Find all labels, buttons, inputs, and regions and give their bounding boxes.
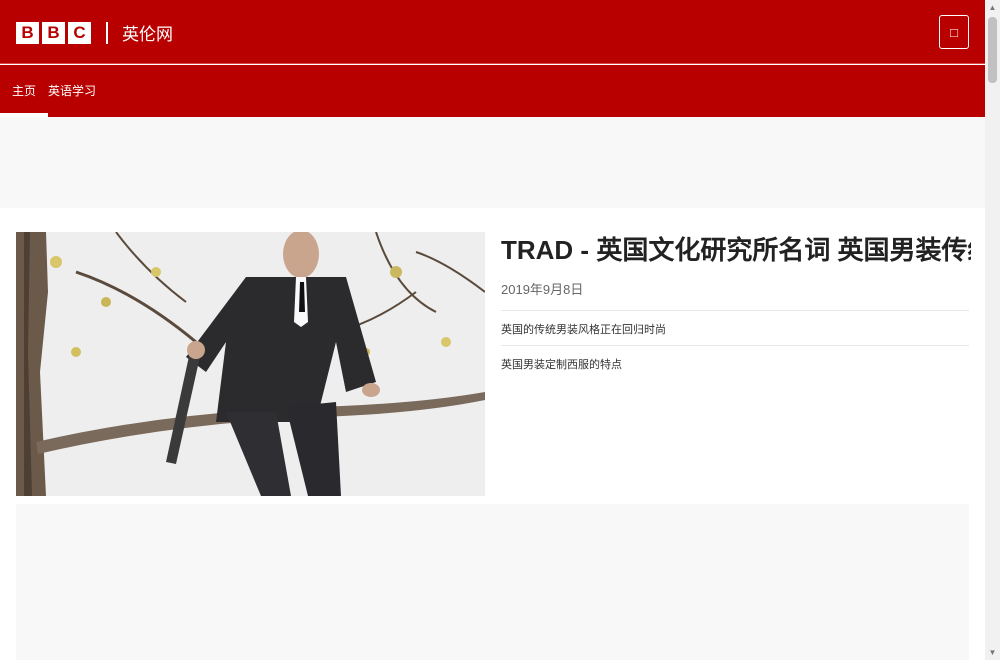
logo-letter-c: C bbox=[68, 21, 91, 44]
nav-item-learning[interactable]: 英语学习 bbox=[36, 65, 108, 117]
site-name: 英伦网 bbox=[122, 25, 173, 45]
article-date: 2019年9月8日 bbox=[501, 282, 584, 297]
nav-bar: 主页 英语学习 bbox=[0, 65, 985, 117]
menu-icon: □ bbox=[950, 24, 958, 40]
divider bbox=[501, 310, 969, 311]
article-hero-image[interactable] bbox=[16, 232, 485, 496]
bbc-logo[interactable]: B B C 英伦网 bbox=[16, 20, 173, 45]
vertical-scrollbar[interactable]: ▲ ▼ bbox=[985, 0, 1000, 660]
page: B B C 英伦网 □ 主页 英语学习 TRAD - 英国文化研究所名词 英国男… bbox=[0, 0, 985, 660]
divider bbox=[501, 345, 969, 346]
scrollbar-thumb[interactable] bbox=[988, 17, 997, 83]
scroll-up-arrow-icon[interactable]: ▲ bbox=[985, 0, 1000, 15]
logo-letter-b2: B bbox=[42, 21, 65, 44]
top-bar: B B C 英伦网 □ bbox=[0, 0, 985, 64]
logo-separator bbox=[106, 21, 108, 44]
menu-button[interactable]: □ bbox=[939, 15, 969, 49]
ad-banner-area bbox=[0, 117, 985, 208]
article-summary-line-1: 英国的传统男装风格正在回归时尚 bbox=[501, 323, 666, 336]
scroll-down-arrow-icon[interactable]: ▼ bbox=[985, 645, 1000, 660]
article-title[interactable]: TRAD - 英国文化研究所名词 英国男装传统风格 bbox=[501, 234, 971, 266]
content-placeholder bbox=[16, 504, 969, 660]
logo-letter-b1: B bbox=[16, 21, 39, 44]
article-summary-line-2: 英国男装定制西服的特点 bbox=[501, 358, 622, 371]
man-in-tree-illustration bbox=[16, 232, 485, 496]
